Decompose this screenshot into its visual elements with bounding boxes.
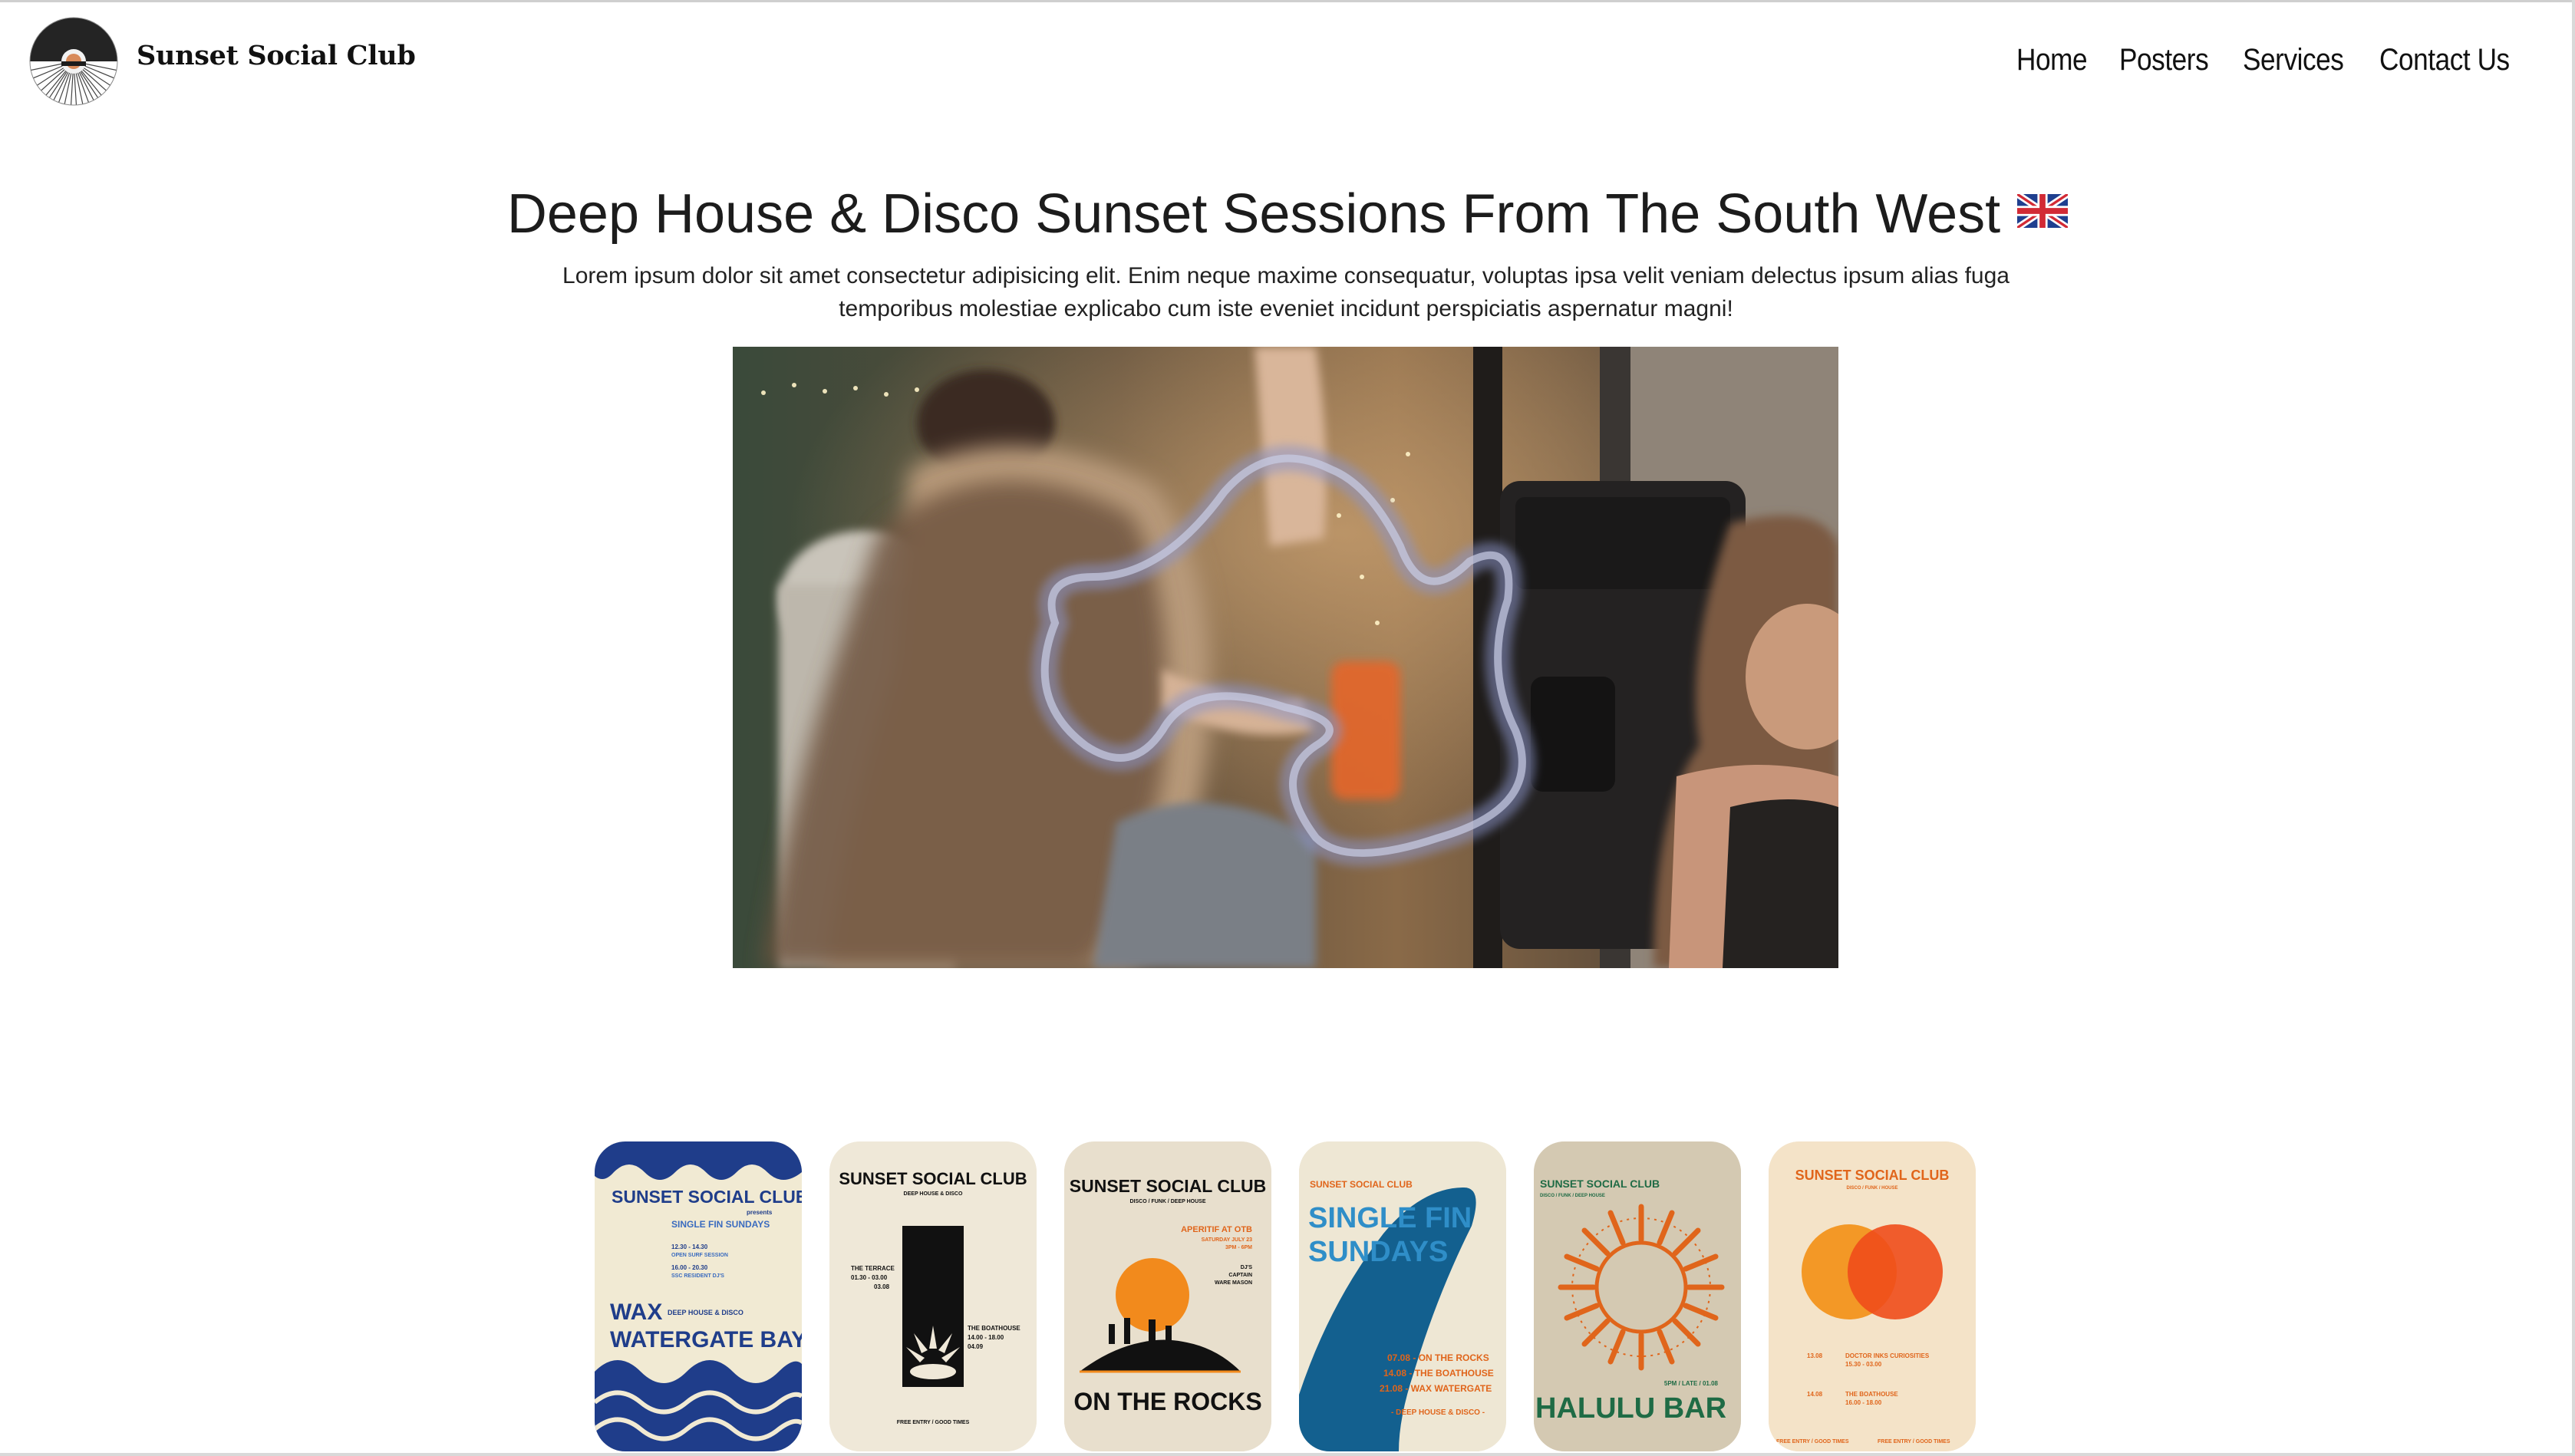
poster-boathouse[interactable]: SUNSET SOCIAL CLUB DEEP HOUSE & DISCO TH… <box>829 1141 1037 1451</box>
poster1-venue-b: WATERGATE BAY <box>610 1327 802 1352</box>
main-nav: Home Posters Services Contact Us <box>2016 43 2527 77</box>
poster2-right-venue: THE BOATHOUSE <box>968 1325 1020 1332</box>
poster1-line1: 12.30 - 14.30 <box>671 1244 708 1250</box>
poster-single-fin-sundays[interactable]: SUNSET SOCIAL CLUB SINGLE FIN SUNDAYS 07… <box>1299 1141 1506 1451</box>
poster1-brand: SUNSET SOCIAL CLUB <box>612 1187 802 1207</box>
poster6-event2: THE BOATHOUSE <box>1845 1391 1898 1398</box>
poster6-event1: DOCTOR INKS CURIOSITIES <box>1845 1352 1930 1359</box>
poster-doctor-inks[interactable]: SUNSET SOCIAL CLUB DISCO / FUNK / HOUSE … <box>1769 1141 1976 1451</box>
site-header: Sunset Social Club Home Posters Services… <box>0 0 2575 123</box>
logo-icon[interactable] <box>29 11 118 112</box>
hero-video[interactable] <box>733 347 1838 968</box>
poster2-right-time: 14.00 - 18.00 <box>968 1334 1004 1341</box>
poster5-brand: SUNSET SOCIAL CLUB <box>1540 1178 1660 1190</box>
poster3-dj2: WARE MASON <box>1215 1280 1252 1286</box>
poster2-left-venue: THE TERRACE <box>851 1265 895 1272</box>
brand-name[interactable]: Sunset Social Club <box>137 40 416 71</box>
poster-wax-watergate[interactable]: SUNSET SOCIAL CLUB presents SINGLE FIN S… <box>595 1141 802 1451</box>
poster6-genre: DISCO / FUNK / HOUSE <box>1846 1186 1897 1191</box>
poster6-date2: 14.08 <box>1807 1391 1823 1398</box>
poster5-venue: HALULU BAR <box>1535 1392 1726 1425</box>
nav-posters[interactable]: Posters <box>2119 43 2209 77</box>
page-title: Deep House & Disco Sunset Sessions From … <box>0 178 2575 245</box>
poster5-time: 5PM / LATE / 01.08 <box>1664 1380 1719 1387</box>
poster1-line3: 16.00 - 20.30 <box>671 1264 708 1271</box>
posters-row: SUNSET SOCIAL CLUB presents SINGLE FIN S… <box>595 1141 1976 1453</box>
poster3-date: SATURDAY JULY 23 <box>1202 1237 1253 1243</box>
poster3-venue: ON THE ROCKS <box>1073 1388 1261 1415</box>
poster2-right-date: 04.09 <box>968 1343 984 1350</box>
poster-on-the-rocks[interactable]: SUNSET SOCIAL CLUB DISCO / FUNK / DEEP H… <box>1064 1141 1271 1451</box>
poster1-line2: OPEN SURF SESSION <box>671 1253 728 1258</box>
poster5-genre: DISCO / FUNK / DEEP HOUSE <box>1540 1194 1605 1198</box>
poster1-venue-a: WAX <box>610 1300 662 1325</box>
nav-contact-us[interactable]: Contact Us <box>2379 43 2510 77</box>
nav-home[interactable]: Home <box>2016 43 2088 77</box>
poster6-time1: 15.30 - 03.00 <box>1845 1361 1882 1368</box>
poster6-date1: 13.08 <box>1807 1352 1823 1359</box>
poster4-genre: - DEEP HOUSE & DISCO - <box>1391 1408 1485 1417</box>
uk-flag-icon <box>2015 178 2070 231</box>
poster6-footer-a: FREE ENTRY / GOOD TIMES <box>1776 1439 1849 1444</box>
page-title-text: Deep House & Disco Sunset Sessions From … <box>506 183 2001 245</box>
poster2-genre: DEEP HOUSE & DISCO <box>904 1191 963 1197</box>
poster3-event: APERITIF AT OTB <box>1181 1225 1252 1234</box>
poster3-djs: DJ'S <box>1241 1265 1253 1270</box>
poster6-time2: 16.00 - 18.00 <box>1845 1399 1882 1406</box>
poster2-brand: SUNSET SOCIAL CLUB <box>839 1169 1027 1188</box>
poster1-genre: DEEP HOUSE & DISCO <box>668 1309 743 1316</box>
poster4-brand: SUNSET SOCIAL CLUB <box>1310 1179 1413 1190</box>
poster3-brand: SUNSET SOCIAL CLUB <box>1070 1176 1266 1196</box>
poster1-series: SINGLE FIN SUNDAYS <box>671 1219 770 1230</box>
poster2-footer: FREE ENTRY / GOOD TIMES <box>897 1420 970 1425</box>
poster6-brand: SUNSET SOCIAL CLUB <box>1795 1168 1950 1183</box>
poster1-line4: SSC RESIDENT DJ'S <box>671 1273 724 1279</box>
poster4-headline-b: SUNDAYS <box>1308 1236 1448 1268</box>
poster2-left-date: 03.08 <box>874 1283 890 1290</box>
poster4-date3: 21.08 - WAX WATERGATE <box>1380 1383 1492 1394</box>
poster4-date1: 07.08 - ON THE ROCKS <box>1387 1352 1489 1363</box>
poster3-dj1: CAPTAIN <box>1228 1273 1252 1278</box>
poster4-date2: 14.08 - THE BOATHOUSE <box>1383 1368 1494 1379</box>
poster6-footer-b: FREE ENTRY / GOOD TIMES <box>1878 1439 1950 1444</box>
poster2-left-time: 01.30 - 03.00 <box>851 1274 888 1281</box>
poster4-headline-a: SINGLE FIN <box>1308 1202 1472 1234</box>
poster3-genre: DISCO / FUNK / DEEP HOUSE <box>1129 1199 1205 1204</box>
window-edge-bottom <box>0 1453 2575 1456</box>
intro-paragraph: Lorem ipsum dolor sit amet consectetur a… <box>562 263 2010 321</box>
poster1-presents: presents <box>747 1209 773 1216</box>
nav-services[interactable]: Services <box>2243 43 2344 77</box>
poster3-time: 3PM - 6PM <box>1225 1245 1252 1250</box>
poster-halulu-bar[interactable]: SUNSET SOCIAL CLUB DISCO / FUNK / DEEP H… <box>1534 1141 1741 1451</box>
